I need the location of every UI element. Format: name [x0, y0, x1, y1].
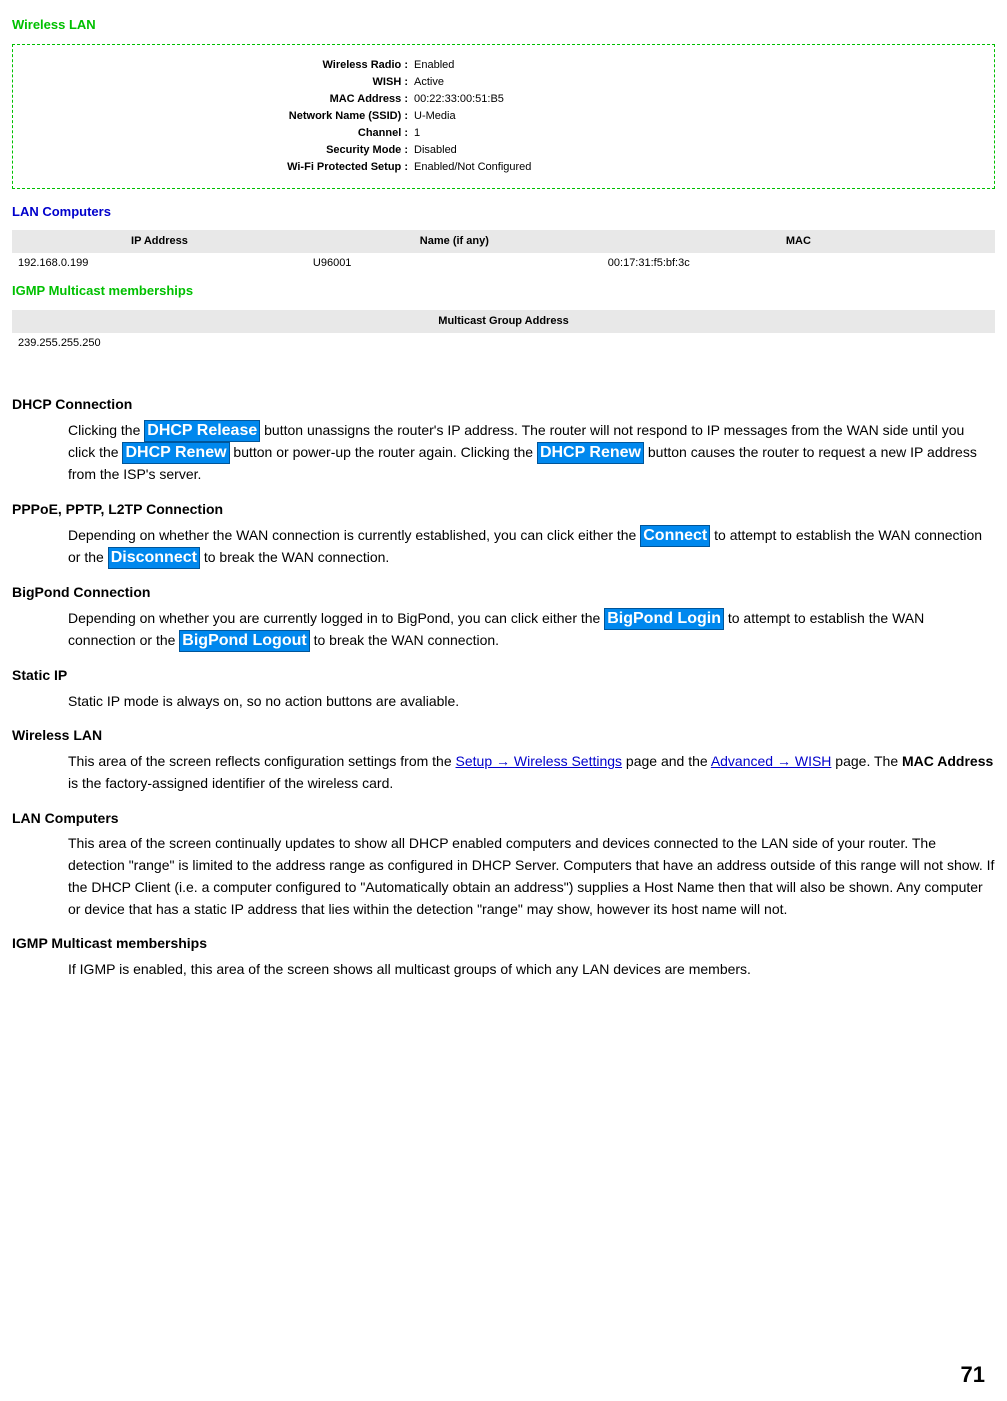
kv-label: Channel :	[23, 125, 414, 142]
table-row: 239.255.255.250	[12, 333, 995, 354]
term-pppoe: PPPoE, PPTP, L2TP Connection	[12, 500, 995, 519]
def-igmp: If IGMP is enabled, this area of the scr…	[68, 959, 995, 981]
section-title-lan-computers: LAN Computers	[12, 203, 995, 221]
kv-value: Enabled	[414, 57, 984, 74]
term-lan-computers: LAN Computers	[12, 809, 995, 828]
table-row: 192.168.0.199 U96001 00:17:31:f5:bf:3c	[12, 253, 995, 274]
kv-row: MAC Address : 00:22:33:00:51:B5	[23, 91, 984, 108]
kv-row: Wi-Fi Protected Setup : Enabled/Not Conf…	[23, 159, 984, 176]
col-mcast-addr: Multicast Group Address	[12, 310, 995, 333]
kv-label: Wi-Fi Protected Setup :	[23, 159, 414, 176]
kv-label: MAC Address :	[23, 91, 414, 108]
link-wireless-settings[interactable]: Setup → Wireless Settings	[456, 753, 623, 769]
kv-label: Wireless Radio :	[23, 57, 414, 74]
cell-mcast-addr: 239.255.255.250	[12, 333, 995, 354]
kv-row: Wireless Radio : Enabled	[23, 57, 984, 74]
kv-label: Security Mode :	[23, 142, 414, 159]
col-mac: MAC	[602, 230, 995, 253]
lan-computers-table: IP Address Name (if any) MAC 192.168.0.1…	[12, 230, 995, 274]
text: button or power-up the router again. Cli…	[230, 444, 537, 460]
col-name: Name (if any)	[307, 230, 602, 253]
term-bigpond: BigPond Connection	[12, 583, 995, 602]
cell-mac: 00:17:31:f5:bf:3c	[602, 253, 995, 274]
section-title-igmp: IGMP Multicast memberships	[12, 282, 995, 300]
kv-label: Network Name (SSID) :	[23, 108, 414, 125]
dhcp-release-button[interactable]: DHCP Release	[144, 420, 260, 442]
page-number: 71	[961, 1360, 985, 1390]
bigpond-login-button[interactable]: BigPond Login	[604, 608, 724, 630]
table-header-row: IP Address Name (if any) MAC	[12, 230, 995, 253]
text: is the factory-assigned identifier of th…	[68, 775, 393, 791]
term-static-ip: Static IP	[12, 666, 995, 685]
def-static-ip: Static IP mode is always on, so no actio…	[68, 691, 995, 713]
kv-value: Disabled	[414, 142, 984, 159]
wireless-status-box: Wireless Radio : Enabled WISH : Active M…	[12, 44, 995, 189]
text: page. The	[831, 753, 902, 769]
dhcp-renew-button[interactable]: DHCP Renew	[122, 442, 229, 464]
disconnect-button[interactable]: Disconnect	[108, 547, 200, 569]
igmp-table: Multicast Group Address 239.255.255.250	[12, 310, 995, 354]
bigpond-logout-button[interactable]: BigPond Logout	[179, 630, 309, 652]
def-dhcp: Clicking the DHCP Release button unassig…	[68, 420, 995, 486]
def-bigpond: Depending on whether you are currently l…	[68, 608, 995, 652]
text: to break the WAN connection.	[310, 632, 499, 648]
kv-value: Active	[414, 74, 984, 91]
term-wireless-lan: Wireless LAN	[12, 726, 995, 745]
text: Clicking the	[68, 422, 144, 438]
def-pppoe: Depending on whether the WAN connection …	[68, 525, 995, 569]
kv-label: WISH :	[23, 74, 414, 91]
cell-ip: 192.168.0.199	[12, 253, 307, 274]
kv-row: Security Mode : Disabled	[23, 142, 984, 159]
section-title-wireless: Wireless LAN	[12, 16, 995, 34]
table-header-row: Multicast Group Address	[12, 310, 995, 333]
def-lan-computers: This area of the screen continually upda…	[68, 833, 995, 920]
term-igmp: IGMP Multicast memberships	[12, 934, 995, 953]
cell-name: U96001	[307, 253, 602, 274]
term-dhcp: DHCP Connection	[12, 395, 995, 414]
text: page and the	[622, 753, 711, 769]
text: to break the WAN connection.	[200, 549, 389, 565]
text: This area of the screen reflects configu…	[68, 753, 456, 769]
kv-value: U-Media	[414, 108, 984, 125]
link-wish[interactable]: Advanced → WISH	[711, 753, 832, 769]
kv-value: 00:22:33:00:51:B5	[414, 91, 984, 108]
connect-button[interactable]: Connect	[640, 525, 710, 547]
kv-row: WISH : Active	[23, 74, 984, 91]
text-mac-address: MAC Address	[902, 753, 993, 769]
dhcp-renew-button[interactable]: DHCP Renew	[537, 442, 644, 464]
kv-value: 1	[414, 125, 984, 142]
def-wireless-lan: This area of the screen reflects configu…	[68, 751, 995, 794]
text: Depending on whether the WAN connection …	[68, 527, 640, 543]
kv-row: Channel : 1	[23, 125, 984, 142]
text: Depending on whether you are currently l…	[68, 610, 604, 626]
kv-row: Network Name (SSID) : U-Media	[23, 108, 984, 125]
col-ip: IP Address	[12, 230, 307, 253]
kv-value: Enabled/Not Configured	[414, 159, 984, 176]
